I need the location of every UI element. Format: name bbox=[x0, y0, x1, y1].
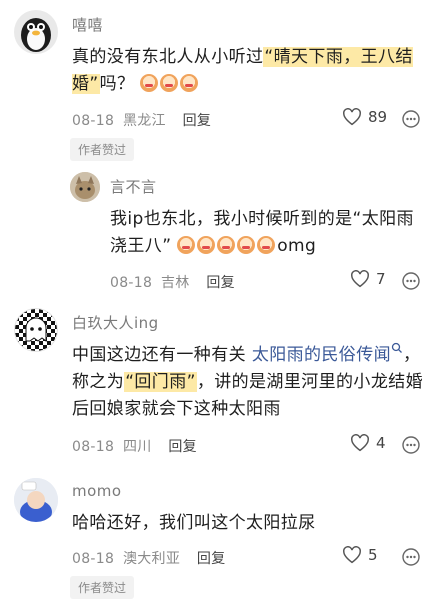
like-count: 4 bbox=[376, 434, 386, 452]
username[interactable]: 白玖大人ing bbox=[72, 312, 159, 333]
comment-location: 黑龙江 bbox=[122, 113, 166, 129]
cat-avatar-icon bbox=[70, 172, 100, 202]
more-dots-icon[interactable] bbox=[402, 548, 420, 566]
username[interactable]: 言不言 bbox=[110, 176, 157, 197]
comment-location: 澳大利亚 bbox=[122, 551, 181, 567]
blue-character-avatar-icon bbox=[14, 478, 58, 522]
heart-outline-icon bbox=[343, 108, 361, 126]
reply-button[interactable]: 回复 bbox=[197, 551, 226, 567]
emoji-icon bbox=[237, 236, 256, 254]
search-link[interactable]: 太阳雨的民俗传闻 bbox=[252, 345, 391, 365]
like-count: 89 bbox=[368, 108, 388, 126]
comment-text: 真的没有东北人从小听过“晴天下雨，王八结婚”吗？ bbox=[72, 44, 422, 98]
heart-outline-icon bbox=[343, 546, 361, 564]
penguin-avatar-icon bbox=[21, 18, 51, 52]
reply-button[interactable]: 回复 bbox=[168, 439, 197, 455]
comment-date: 08-18 bbox=[72, 551, 115, 567]
comment-text: 我ip也东北，我小时候听到的是“太阳雨浇王八” omg bbox=[110, 206, 420, 260]
emoji-icon bbox=[160, 74, 179, 92]
emoji-icon bbox=[140, 74, 159, 92]
more-dots-icon[interactable] bbox=[402, 110, 420, 128]
like-button[interactable]: 5 bbox=[342, 546, 378, 564]
search-icon[interactable] bbox=[391, 342, 403, 354]
emoji-icon bbox=[257, 236, 276, 254]
avatar[interactable] bbox=[14, 10, 58, 54]
avatar[interactable] bbox=[14, 478, 58, 522]
comment-text: 中国这边还有一种有关 太阳雨的民俗传闻 ，称之为“回门雨”，讲的是湖里河里的小龙结… bbox=[72, 342, 424, 423]
comment-date: 08-18 bbox=[72, 113, 115, 129]
emoji-icon bbox=[177, 236, 196, 254]
like-button[interactable]: 4 bbox=[350, 434, 386, 452]
more-dots-icon[interactable] bbox=[402, 436, 420, 454]
reply-button[interactable]: 回复 bbox=[206, 275, 235, 291]
highlighted-quote: “回门雨” bbox=[124, 372, 197, 392]
text-segment: 中国这边还有一种有关 bbox=[72, 345, 246, 365]
checker-ghost-avatar-icon bbox=[15, 309, 57, 351]
comment-date: 08-18 bbox=[72, 439, 115, 455]
text-segment: 吗？ bbox=[99, 74, 135, 94]
comment-location: 四川 bbox=[122, 439, 152, 455]
avatar[interactable] bbox=[14, 308, 58, 352]
reply-button[interactable]: 回复 bbox=[183, 113, 212, 129]
comment-meta: 08-18 四川 回复 bbox=[72, 436, 197, 456]
username[interactable]: momo bbox=[72, 482, 122, 500]
like-count: 7 bbox=[376, 270, 386, 288]
like-count: 5 bbox=[368, 546, 378, 564]
like-button[interactable]: 89 bbox=[342, 108, 387, 126]
text-segment: 哈哈还好，我们叫这个太阳拉尿 bbox=[72, 513, 316, 533]
text-segment: 真的没有东北人从小听过 bbox=[72, 47, 264, 67]
emoji-icon bbox=[217, 236, 236, 254]
emoji-icon bbox=[197, 236, 216, 254]
heart-outline-icon bbox=[351, 270, 369, 288]
emoji-icon bbox=[180, 74, 199, 92]
username[interactable]: 嘻嘻 bbox=[72, 14, 103, 35]
comment-meta: 08-18 吉林 回复 bbox=[110, 272, 235, 292]
text-segment: omg bbox=[277, 236, 317, 256]
heart-outline-icon bbox=[351, 434, 369, 452]
comment-text: 哈哈还好，我们叫这个太阳拉尿 bbox=[72, 510, 422, 537]
avatar[interactable] bbox=[70, 172, 100, 202]
comment-meta: 08-18 黑龙江 回复 bbox=[72, 110, 211, 130]
author-liked-badge: 作者赞过 bbox=[70, 576, 135, 599]
like-button[interactable]: 7 bbox=[350, 270, 386, 288]
author-liked-badge: 作者赞过 bbox=[70, 138, 135, 161]
comment-meta: 08-18 澳大利亚 回复 bbox=[72, 548, 226, 568]
more-dots-icon[interactable] bbox=[402, 272, 420, 290]
comment-location: 吉林 bbox=[160, 275, 190, 291]
comment-date: 08-18 bbox=[110, 275, 153, 291]
